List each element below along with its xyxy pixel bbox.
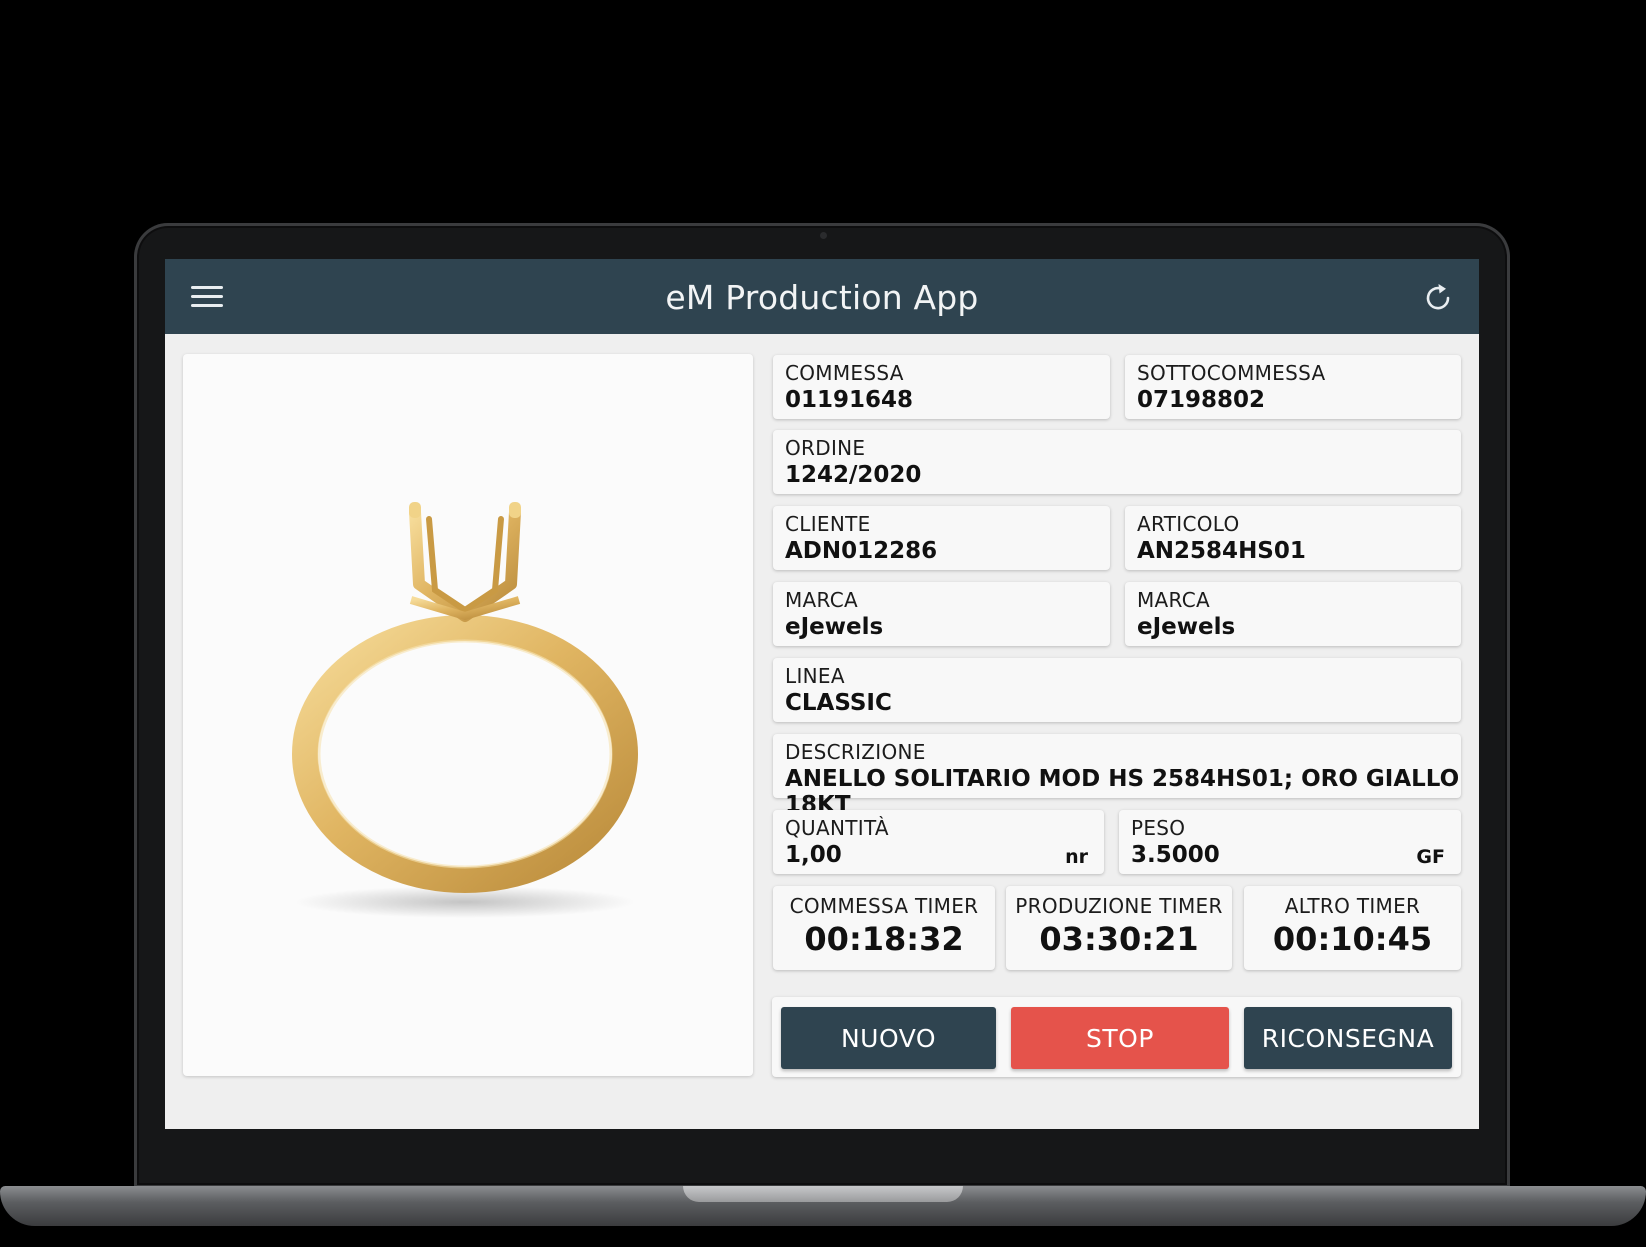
produzione-timer-value: 03:30:21 xyxy=(1039,920,1199,958)
peso-label: PESO xyxy=(1131,816,1186,840)
quantita-unit: nr xyxy=(1065,846,1088,868)
product-image-card xyxy=(183,354,753,1076)
descrizione-label: DESCRIZIONE xyxy=(785,740,926,764)
peso-field: PESO 3.5000 GF xyxy=(1119,810,1461,874)
descrizione-field: DESCRIZIONE ANELLO SOLITARIO MOD HS 2584… xyxy=(773,734,1461,818)
commessa-value: 01191648 xyxy=(785,387,914,413)
commessa-label: COMMESSA xyxy=(785,361,904,385)
ordine-label: ORDINE xyxy=(785,436,866,460)
cliente-value: ADN012286 xyxy=(785,538,938,564)
altro-timer-value: 00:10:45 xyxy=(1272,920,1433,958)
articolo-label: ARTICOLO xyxy=(1137,512,1240,536)
linea-label: LINEA xyxy=(785,664,845,688)
produzione-timer: PRODUZIONE TIMER 03:30:21 xyxy=(1006,886,1232,970)
sottocommessa-value: 07198802 xyxy=(1137,387,1266,413)
commessa-timer-label: COMMESSA TIMER xyxy=(789,894,979,918)
laptop-base-notch xyxy=(683,1186,963,1202)
camera-dot xyxy=(820,232,827,239)
sottocommessa-field: SOTTOCOMMESSA 07198802 xyxy=(1125,355,1461,419)
app-bar: eM Production App xyxy=(165,259,1479,334)
ring-image xyxy=(292,502,638,918)
commessa-timer-value: 00:18:32 xyxy=(804,920,964,958)
action-button-bar: NUOVO STOP RICONSEGNA xyxy=(772,997,1461,1077)
altro-timer-label: ALTRO TIMER xyxy=(1284,894,1421,918)
peso-value: 3.5000 xyxy=(1131,842,1220,868)
app-screen: eM Production App COMMESSA 01191648 SOTT… xyxy=(165,259,1479,1129)
quantita-label: QUANTITÀ xyxy=(785,816,889,840)
ordine-field: ORDINE 1242/2020 xyxy=(773,430,1461,494)
marca-value-2: eJewels xyxy=(1137,614,1236,640)
app-title: eM Production App xyxy=(665,278,979,317)
ordine-value: 1242/2020 xyxy=(785,462,922,488)
quantita-field: QUANTITÀ 1,00 nr xyxy=(773,810,1104,874)
articolo-value: AN2584HS01 xyxy=(1137,538,1306,564)
marca-label: MARCA xyxy=(785,588,858,612)
stop-button[interactable]: STOP xyxy=(1011,1007,1229,1069)
cliente-label: CLIENTE xyxy=(785,512,871,536)
marca-field: MARCA eJewels xyxy=(773,582,1110,646)
produzione-timer-label: PRODUZIONE TIMER xyxy=(1015,894,1223,918)
linea-value: CLASSIC xyxy=(785,690,892,716)
marca-field-2: MARCA eJewels xyxy=(1125,582,1461,646)
altro-timer: ALTRO TIMER 00:10:45 xyxy=(1244,886,1461,970)
commessa-field: COMMESSA 01191648 xyxy=(773,355,1110,419)
commessa-timer: COMMESSA TIMER 00:18:32 xyxy=(773,886,995,970)
peso-unit: GF xyxy=(1416,846,1445,868)
cliente-field: CLIENTE ADN012286 xyxy=(773,506,1110,570)
quantita-value: 1,00 xyxy=(785,842,842,868)
nuovo-button[interactable]: NUOVO xyxy=(781,1007,996,1069)
linea-field: LINEA CLASSIC xyxy=(773,658,1461,722)
riconsegna-button[interactable]: RICONSEGNA xyxy=(1244,1007,1452,1069)
articolo-field: ARTICOLO AN2584HS01 xyxy=(1125,506,1461,570)
marca-value: eJewels xyxy=(785,614,884,640)
sottocommessa-label: SOTTOCOMMESSA xyxy=(1137,361,1326,385)
refresh-icon[interactable] xyxy=(1421,281,1455,315)
marca-label-2: MARCA xyxy=(1137,588,1210,612)
